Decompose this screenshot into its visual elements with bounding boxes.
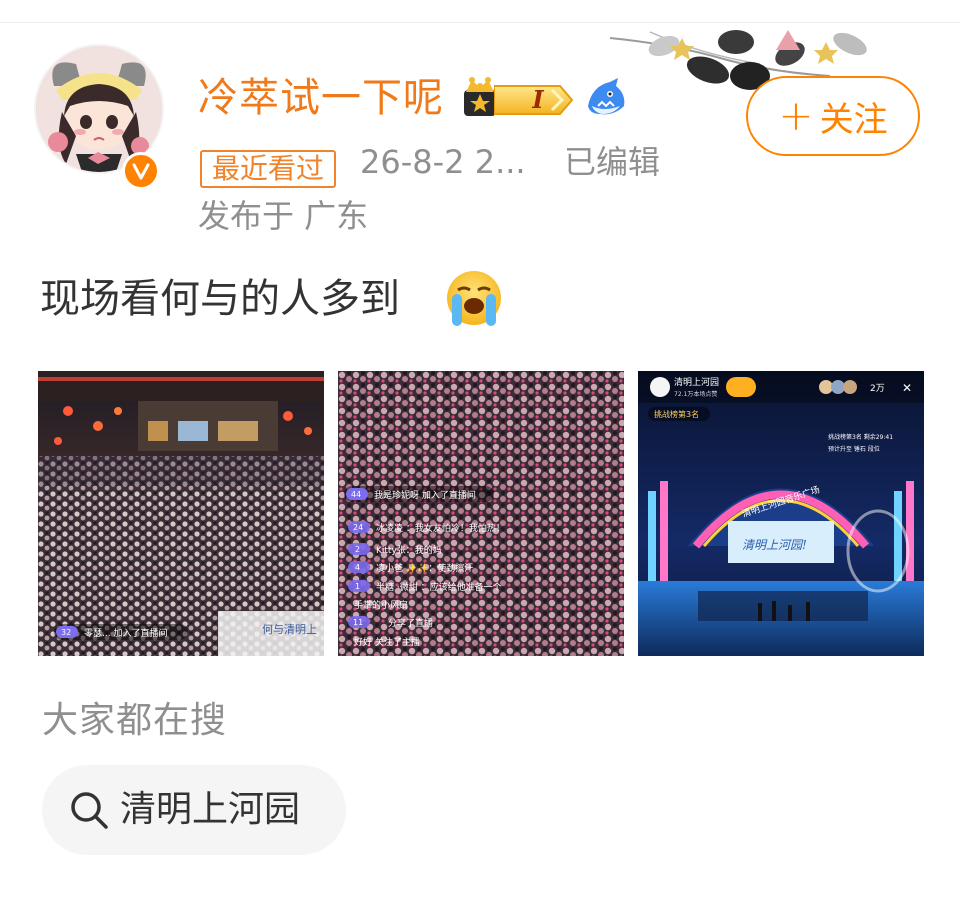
channel-likes: 72.1万本场点赞	[674, 390, 717, 398]
comment-text: Kitty张：我的妈	[376, 544, 442, 556]
comment-count: 11	[353, 618, 363, 627]
img1-overlay-text: 零瑟... 加入了直播间	[84, 627, 167, 639]
username[interactable]: 冷萃试一下呢	[198, 70, 444, 126]
comment-text: 手掌的小风扇	[354, 599, 408, 611]
comment-text: 凌小爸 ✨✨：使劲擦汗	[376, 562, 473, 574]
crying-face-emoji-icon	[447, 271, 501, 326]
stage-script: 清明上河园!	[742, 538, 807, 552]
post-text: 现场看何与的人多到	[40, 276, 400, 322]
search-section-title: 大家都在搜	[42, 700, 228, 741]
follow-button[interactable]: + 关注	[746, 76, 920, 156]
comment-count: 2	[355, 545, 360, 554]
search-chip-label: 清明上河园	[120, 789, 301, 830]
edited-label: 已编辑	[564, 143, 661, 181]
shark-icon	[588, 78, 625, 115]
comment-count: 1	[355, 582, 360, 591]
search-icon	[71, 792, 108, 829]
viewer-count: 2万	[870, 384, 885, 394]
follow-label: 关注	[819, 99, 888, 140]
search-chip[interactable]: 清明上河园	[42, 765, 346, 855]
verified-badge-icon	[122, 152, 160, 190]
post-location: 发布于 广东	[198, 197, 369, 235]
plus-icon: +	[778, 91, 814, 140]
comment-text: 分享了直播	[388, 617, 433, 629]
weibo-post-card: 冷萃试一下呢 I + 关注 最近看过 26-8-2 2... 已编辑 发布于 广…	[0, 0, 960, 903]
post-image-1[interactable]: 何与清明上 32 零瑟... 加入了直播间	[38, 371, 324, 656]
post-image-2[interactable]: 44 我是珍妮呀 加入了直播间 24 冰凌凌 ：我女友怕冷！我怕热！ 2 Kit…	[338, 371, 624, 656]
rank-info-1: 挑战榜第3名 剩余29:41	[828, 433, 893, 441]
recently-viewed-tag: 最近看过	[200, 150, 337, 188]
comment-text: 半糖 ·微甜 ：应该给他准备一个	[376, 581, 502, 593]
comment-text: 好好 关注了主播	[354, 636, 420, 648]
comment-count: 4	[355, 563, 360, 572]
rank-info-2: 预计升至 锤石 段位	[828, 445, 880, 453]
post-image-3[interactable]: 清明上河园 72.1万本场点赞 2万 ✕ 挑战榜第3名 挑战榜第3名 剩余29:…	[638, 371, 924, 656]
top-divider	[0, 22, 960, 23]
level-label: I	[532, 85, 544, 114]
channel-name: 清明上河园	[674, 376, 719, 388]
post-timestamp: 26-8-2 2...	[360, 143, 526, 181]
rank-tag: 挑战榜第3名	[654, 409, 699, 419]
comment-text: 冰凌凌 ：我女友怕冷！我怕热！	[376, 522, 505, 534]
comment-count: 24	[353, 523, 363, 532]
img1-overlay-count: 32	[61, 628, 71, 637]
img1-sign-text: 何与清明上	[262, 623, 317, 636]
img2-join-count: 44	[351, 490, 361, 499]
img2-join-text: 我是珍妮呀 加入了直播间	[374, 489, 476, 501]
close-icon[interactable]: ✕	[902, 381, 912, 395]
